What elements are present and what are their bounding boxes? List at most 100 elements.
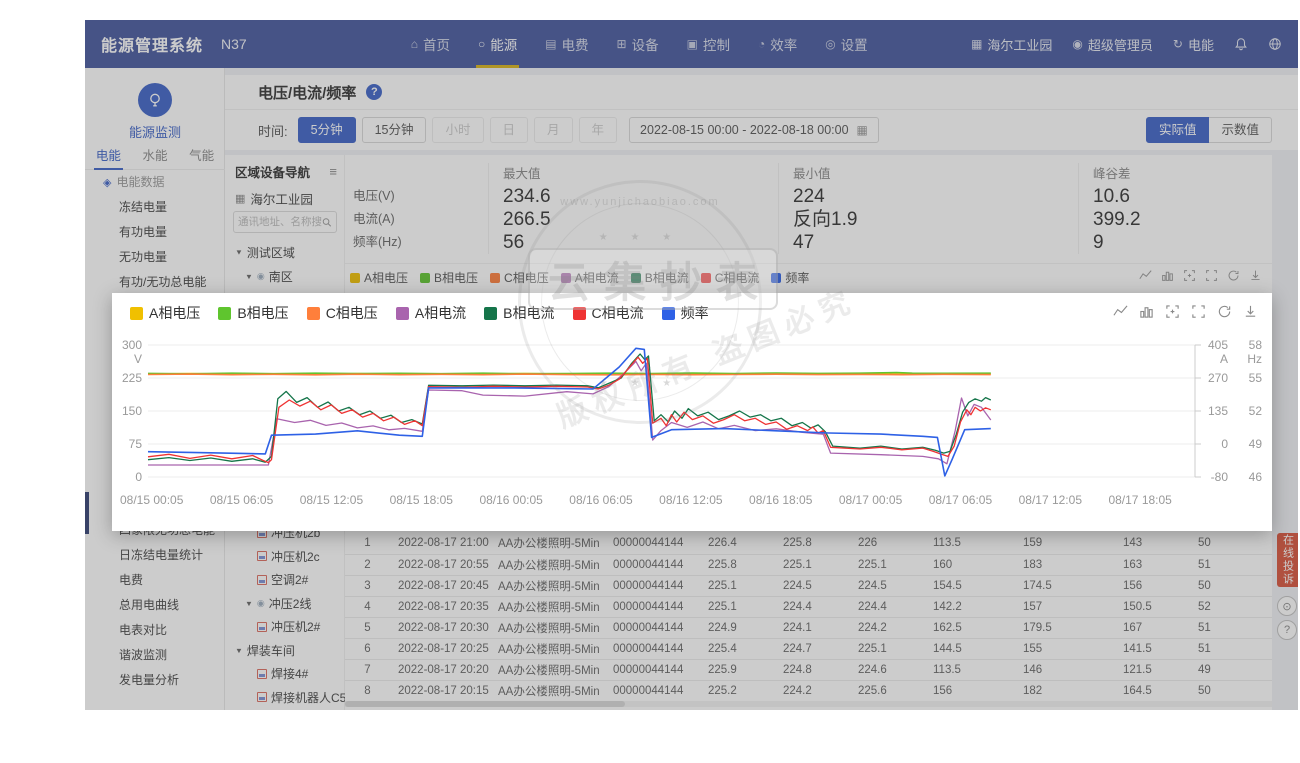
bar-chart-icon[interactable]: [1139, 304, 1154, 319]
help-icon[interactable]: ?: [366, 84, 382, 100]
device-search-input[interactable]: [238, 216, 322, 228]
refresh-icon[interactable]: [1227, 269, 1240, 282]
scrollbar-thumb[interactable]: [345, 701, 625, 707]
download-icon[interactable]: [1249, 269, 1262, 282]
refresh-icon[interactable]: [1217, 304, 1232, 319]
toggle-实际值[interactable]: 实际值: [1146, 117, 1210, 143]
sidebar-item-电能数据[interactable]: ◈电能数据: [85, 170, 225, 195]
topnav-item-控制[interactable]: ▣控制: [673, 20, 744, 68]
svg-text:52: 52: [1249, 404, 1263, 418]
sidebar-item-谐波监测[interactable]: 谐波监测: [85, 643, 225, 668]
table-cell: 52: [1190, 596, 1272, 617]
topnav-item-设置[interactable]: ◎设置: [811, 20, 881, 68]
tab-水能[interactable]: 水能: [140, 144, 169, 170]
date-range-picker[interactable]: 2022-08-15 00:00 - 2022-08-18 00:00 ▦: [629, 117, 879, 143]
module-icon[interactable]: [138, 83, 172, 117]
complaint-tab[interactable]: 在线投诉: [1277, 533, 1298, 587]
sidebar-item-有功电量[interactable]: 有功电量: [85, 220, 225, 245]
tree-item-焊装车间[interactable]: ▼焊装车间: [225, 639, 345, 663]
legend-item-C相电压[interactable]: C相电压: [490, 269, 549, 286]
legend-item-A相电压[interactable]: A相电压: [130, 303, 200, 323]
sidebar-item-发电量分析[interactable]: 发电量分析: [85, 668, 225, 693]
tree-item-焊接4#[interactable]: 焊接4#: [225, 662, 345, 686]
tree-item-空调2#[interactable]: 空调2#: [225, 568, 345, 592]
table-cell: 163: [1115, 554, 1190, 575]
legend-item-频率[interactable]: 频率: [771, 269, 809, 286]
tree-item-冲压2线[interactable]: ▼◉冲压2线: [225, 592, 345, 616]
trend-line-icon[interactable]: [1113, 304, 1128, 319]
legend-item-B相电流[interactable]: B相电流: [631, 269, 689, 286]
energy-mode-switcher[interactable]: ↻ 电能: [1173, 35, 1214, 54]
feedback-button[interactable]: ⊙: [1277, 596, 1297, 616]
sidebar-item-电费[interactable]: 电费: [85, 568, 225, 593]
stats-col-header: 峰谷差: [1093, 163, 1300, 185]
zoom-box-icon[interactable]: [1165, 304, 1180, 319]
zoom-box-icon[interactable]: [1183, 269, 1196, 282]
horizontal-scrollbar[interactable]: [345, 701, 1272, 707]
user-menu[interactable]: ◉ 超级管理员: [1072, 35, 1153, 54]
tab-气能[interactable]: 气能: [187, 144, 216, 170]
legend-label: 频率: [681, 303, 709, 323]
legend-item-A相电流[interactable]: A相电流: [396, 303, 466, 323]
legend-item-A相电压[interactable]: A相电压: [350, 269, 408, 286]
search-icon[interactable]: [322, 217, 332, 228]
legend-item-C相电流[interactable]: C相电流: [701, 269, 760, 286]
collapse-icon[interactable]: ≡: [329, 164, 337, 179]
tree-item-测试区域[interactable]: ▼测试区域: [225, 241, 345, 265]
sidebar-item-电表对比[interactable]: 电表对比: [85, 618, 225, 643]
company-icon: ▦: [235, 192, 245, 205]
tree-item-冲压机2#[interactable]: 冲压机2#: [225, 615, 345, 639]
topnav-item-效率[interactable]: ◔效率: [744, 20, 811, 68]
restore-box-icon[interactable]: [1205, 269, 1218, 282]
legend-item-B相电流[interactable]: B相电流: [484, 303, 554, 323]
company-node[interactable]: ▦ 海尔工业园: [235, 189, 313, 208]
tab-电能[interactable]: 电能: [94, 144, 123, 170]
sidebar-item-冻结电量[interactable]: 冻结电量: [85, 195, 225, 220]
tree-item-南区[interactable]: ▼◉南区: [225, 265, 345, 289]
sidebar-item-有功/无功总电能[interactable]: 有功/无功总电能: [85, 270, 225, 295]
help-float-button[interactable]: ?: [1277, 620, 1297, 640]
tree-item-冲压机2c[interactable]: 冲压机2c: [225, 545, 345, 569]
restore-box-icon[interactable]: [1191, 304, 1206, 319]
sidebar-item-日冻结电量统计[interactable]: 日冻结电量统计: [85, 543, 225, 568]
legend-item-B相电压[interactable]: B相电压: [218, 303, 288, 323]
topnav-item-首页[interactable]: ⌂首页: [397, 20, 464, 68]
sidebar-item-无功电量[interactable]: 无功电量: [85, 245, 225, 270]
table-row[interactable]: 22022-08-17 20:55AA办公楼照明-5Min00000044144…: [345, 554, 1272, 575]
table-row[interactable]: 82022-08-17 20:15AA办公楼照明-5Min00000044144…: [345, 680, 1272, 701]
legend-item-C相电流[interactable]: C相电流: [573, 303, 644, 323]
topnav-item-能源[interactable]: ○能源: [464, 20, 531, 68]
table-row[interactable]: 42022-08-17 20:35AA办公楼照明-5Min00000044144…: [345, 596, 1272, 617]
legend-item-C相电压[interactable]: C相电压: [307, 303, 378, 323]
table-cell: 2022-08-17 20:30: [390, 617, 490, 638]
trend-line-icon[interactable]: [1139, 269, 1152, 282]
sidebar-item-总用电曲线[interactable]: 总用电曲线: [85, 593, 225, 618]
time-filter-15分钟[interactable]: 15分钟: [362, 117, 427, 143]
bar-chart-icon[interactable]: [1161, 269, 1174, 282]
tree-item-焊接机器人C5[interactable]: 焊接机器人C5: [225, 686, 345, 710]
legend-swatch: [130, 307, 143, 320]
tree-label: 冲压机2#: [271, 618, 320, 635]
table-cell: 141.5: [1115, 638, 1190, 659]
legend-item-频率[interactable]: 频率: [662, 303, 709, 323]
chevron-down-icon: ▼: [235, 646, 243, 654]
line-chart[interactable]: 300225150750V4052701350-80A5855524946Hz: [112, 331, 1272, 491]
table-row[interactable]: 32022-08-17 20:45AA办公楼照明-5Min00000044144…: [345, 575, 1272, 596]
topnav-item-电费[interactable]: ▤电费: [531, 20, 602, 68]
table-cell: 50: [1190, 575, 1272, 596]
notifications-button[interactable]: [1234, 37, 1248, 51]
table-row[interactable]: 12022-08-17 21:00AA办公楼照明-5Min00000044144…: [345, 533, 1272, 554]
topnav-item-设备[interactable]: ⊞设备: [603, 20, 673, 68]
table-row[interactable]: 72022-08-17 20:20AA办公楼照明-5Min00000044144…: [345, 659, 1272, 680]
svg-text:46: 46: [1249, 470, 1263, 484]
x-axis-label: 08/17 06:05: [929, 493, 992, 507]
park-switcher[interactable]: ▦ 海尔工业园: [971, 35, 1052, 54]
table-row[interactable]: 62022-08-17 20:25AA办公楼照明-5Min00000044144…: [345, 638, 1272, 659]
download-icon[interactable]: [1243, 304, 1258, 319]
time-filter-5分钟[interactable]: 5分钟: [298, 117, 356, 143]
legend-item-B相电压[interactable]: B相电压: [420, 269, 478, 286]
table-row[interactable]: 52022-08-17 20:30AA办公楼照明-5Min00000044144…: [345, 617, 1272, 638]
legend-item-A相电流[interactable]: A相电流: [561, 269, 619, 286]
toggle-示数值[interactable]: 示数值: [1209, 117, 1272, 143]
language-button[interactable]: [1268, 37, 1282, 51]
